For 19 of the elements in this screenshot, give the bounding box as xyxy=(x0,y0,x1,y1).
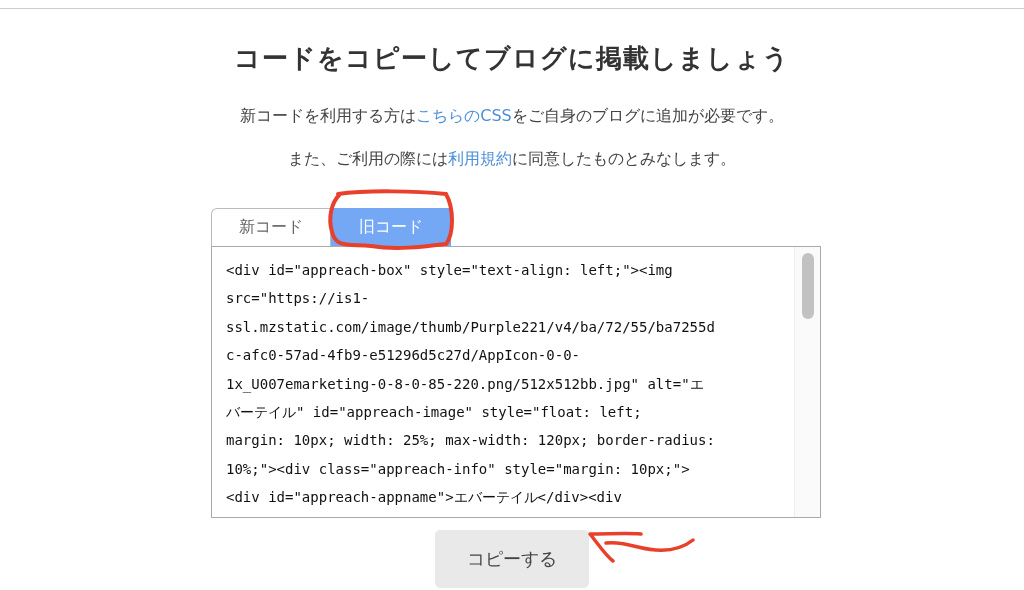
tab[interactable]: 旧コード xyxy=(331,208,451,246)
note-text: 新コードを利用する方はこちらのCSSをご自身のブログに追加が必要です。 xyxy=(240,106,784,127)
code-line: 10%;"><div class="appreach-info" style="margin: 10px;"> xyxy=(226,459,691,479)
scrollbar[interactable] xyxy=(794,247,820,517)
code-line: c-afc0-57ad-4fb9-e51296d5c27d/AppIcon-0-0- xyxy=(226,346,581,366)
code-textarea[interactable] xyxy=(211,246,821,518)
code-line: src="https://is1- xyxy=(226,289,371,309)
copy-button[interactable]: コピーする xyxy=(435,530,589,588)
link[interactable]: 利用規約 xyxy=(448,149,512,168)
code-line: margin: 10px; width: 25%; max-width: 120px; border-radius: xyxy=(226,431,716,451)
code-line: 1x_U007emarketing-0-8-0-85-220.png/512x512bb.jpg" alt="エ xyxy=(226,374,705,395)
code-line: バーテイル" id="appreach-image" style="float: left; xyxy=(226,403,643,423)
code-line: <div id="appreach-appname">エバーテイル</div><div xyxy=(226,488,623,508)
tab[interactable]: 新コード xyxy=(211,208,331,246)
note-text: また、ご利用の際には利用規約に同意したものとみなします。 xyxy=(288,149,736,170)
heading: コードをコピーしてブログに掲載しましょう xyxy=(234,42,790,75)
link[interactable]: こちらのCSS xyxy=(416,106,512,125)
code-line: ssl.mzstatic.com/image/thumb/Purple221/v4/ba/72/55/ba7255d xyxy=(226,317,716,337)
code-line: <div id="appreach-box" style="text-align: left;"><img xyxy=(226,261,674,280)
